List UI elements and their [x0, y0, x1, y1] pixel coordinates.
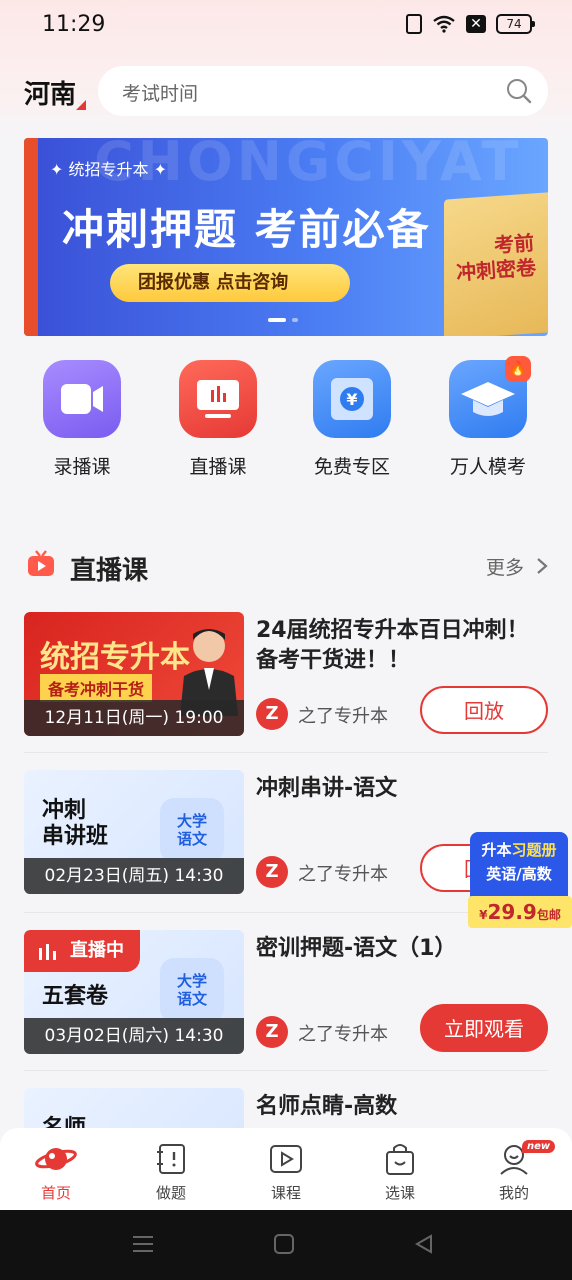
tab-label: 做题 — [155, 1184, 186, 1202]
divider — [24, 752, 548, 753]
pager-dot — [292, 318, 298, 322]
back-icon[interactable] — [414, 1234, 434, 1254]
graduation-cap-icon: 🔥 — [449, 356, 531, 438]
divider — [24, 1070, 548, 1071]
tab-label: 课程 — [270, 1184, 301, 1202]
chevron-right-icon[interactable] — [536, 557, 548, 575]
live-bars-icon — [39, 944, 56, 960]
banner-consult-button[interactable]: 团报优惠 点击咨询 — [110, 264, 350, 302]
tab-profile[interactable]: new 我的 — [474, 1140, 556, 1203]
banner-title: 冲刺押题 考前必备 — [62, 205, 431, 254]
section-more-link[interactable]: 更多 — [486, 553, 524, 580]
course-org: 之了专升本 — [298, 1024, 388, 1045]
course-time: 12月11日(周一) 19:00 — [24, 700, 244, 736]
thumb-line2: 串讲班 — [42, 824, 109, 849]
course-time: 02月23日(周五) 14:30 — [24, 858, 244, 894]
search-placeholder: 考试时间 — [122, 83, 199, 105]
course-card[interactable]: 统招专升本 备考冲刺干货 12月11日(周一) 19:00 24届统招专升本百日… — [24, 612, 548, 736]
tv-icon — [28, 550, 54, 576]
course-card[interactable]: 名师 名师点睛-高数 — [24, 1088, 548, 1128]
course-title: 24届统招专升本百日冲刺！备考干货进！！ — [256, 618, 529, 673]
quick-entry-label: 直播课 — [189, 456, 247, 478]
promo-banner[interactable]: CHONGCIYAT ✦ 统招专升本 ✦ 冲刺押题 考前必备 团报优惠 点击咨询… — [24, 138, 548, 336]
home-icon[interactable] — [274, 1234, 294, 1254]
course-thumbnail: 统招专升本 备考冲刺干货 12月11日(周一) 19:00 — [24, 612, 244, 736]
tab-home[interactable]: 首页 — [16, 1142, 96, 1203]
course-time: 03月02日(周六) 14:30 — [24, 1018, 244, 1054]
status-icons: ✕ 74 — [406, 14, 535, 34]
city-dropdown-caret-icon — [76, 100, 86, 110]
vibrate-icon — [406, 14, 422, 34]
quick-entry-label: 万人模考 — [449, 456, 526, 478]
course-thumbnail: 冲刺 串讲班 大学 语文 02月23日(周五) 14:30 — [24, 770, 244, 894]
new-badge: new — [522, 1140, 556, 1153]
org-logo-icon: Z — [256, 698, 288, 730]
live-board-icon — [179, 360, 257, 438]
tab-label: 选课 — [384, 1184, 415, 1202]
system-nav-bar — [0, 1210, 572, 1280]
floating-promo[interactable]: 升本习题册 英语/高数 ¥29.9包邮 — [468, 832, 572, 928]
subject-badge: 大学 语文 — [160, 798, 224, 862]
banner-edge — [24, 138, 38, 336]
tab-label: 我的 — [498, 1184, 529, 1202]
quick-entry-recorded[interactable]: 录播课 — [32, 360, 132, 479]
promo-title: 升本习题册 英语/高数 — [470, 832, 568, 898]
search-bar[interactable]: 考试时间 — [98, 66, 548, 116]
pager-dot-active — [268, 318, 286, 322]
tab-label: 首页 — [40, 1184, 71, 1202]
thumb-title: 统招专升本 — [40, 640, 190, 675]
course-org: 之了专升本 — [298, 864, 388, 885]
play-icon — [270, 1145, 302, 1173]
fire-icon: 🔥 — [505, 356, 531, 382]
svg-text:¥: ¥ — [346, 390, 357, 409]
search-icon[interactable] — [506, 78, 532, 104]
city-selector[interactable]: 河南 — [24, 74, 76, 111]
wifi-icon — [433, 15, 455, 33]
battery-icon: 74 — [496, 14, 535, 34]
book-title-line2: 冲刺密卷 — [455, 255, 537, 285]
quick-entry-live[interactable]: 直播课 — [168, 360, 268, 479]
video-camera-icon — [43, 360, 121, 438]
tab-shop[interactable]: 选课 — [360, 1142, 440, 1203]
quick-entry-label: 免费专区 — [313, 456, 390, 478]
quick-entry-mock-exam[interactable]: 🔥 万人模考 — [438, 356, 538, 479]
tab-practice[interactable]: 做题 — [131, 1142, 211, 1203]
thumb-subtitle: 备考冲刺干货 — [40, 674, 153, 702]
watch-now-button[interactable]: 立即观看 — [420, 1004, 548, 1052]
replay-button[interactable]: 回放 — [420, 686, 548, 734]
org-logo-icon: Z — [256, 856, 288, 888]
promo-price: ¥29.9包邮 — [468, 896, 572, 928]
course-thumbnail: 五套卷 大学 语文 直播中 03月02日(周六) 14:30 — [24, 930, 244, 1054]
course-title: 名师点睛-高数 — [256, 1094, 398, 1119]
shopping-bag-icon — [386, 1144, 414, 1175]
thumb-line1: 名师 — [42, 1110, 86, 1128]
notebook-icon — [157, 1144, 185, 1174]
planet-icon — [35, 1148, 77, 1170]
course-org: 之了专升本 — [298, 706, 388, 727]
live-status-badge: 直播中 — [24, 930, 140, 972]
bottom-tab-bar: 首页 做题 课程 选课 new 我的 — [0, 1128, 572, 1210]
org-logo-icon: Z — [256, 1016, 288, 1048]
status-time: 11:29 — [42, 12, 106, 37]
quick-entry-label: 录播课 — [53, 456, 111, 478]
tab-courses[interactable]: 课程 — [246, 1142, 326, 1203]
no-sim-icon: ✕ — [466, 15, 486, 33]
section-title: 直播课 — [70, 556, 149, 586]
course-card[interactable]: 五套卷 大学 语文 直播中 03月02日(周六) 14:30 密训押题-语文（1）… — [24, 930, 548, 1054]
course-title: 密训押题-语文（1） — [256, 936, 457, 961]
course-thumbnail: 名师 — [24, 1088, 244, 1128]
quick-entry-free[interactable]: ¥ 免费专区 — [302, 360, 402, 479]
thumb-line2: 五套卷 — [42, 984, 109, 1009]
status-bar: 11:29 ✕ 74 — [0, 0, 572, 52]
banner-tag: ✦ 统招专升本 ✦ — [50, 160, 167, 179]
course-title: 冲刺串讲-语文 — [256, 776, 398, 801]
banner-pager — [268, 318, 298, 322]
subject-badge: 大学 语文 — [160, 958, 224, 1022]
yen-film-icon: ¥ — [313, 360, 391, 438]
menu-icon[interactable] — [132, 1234, 154, 1254]
